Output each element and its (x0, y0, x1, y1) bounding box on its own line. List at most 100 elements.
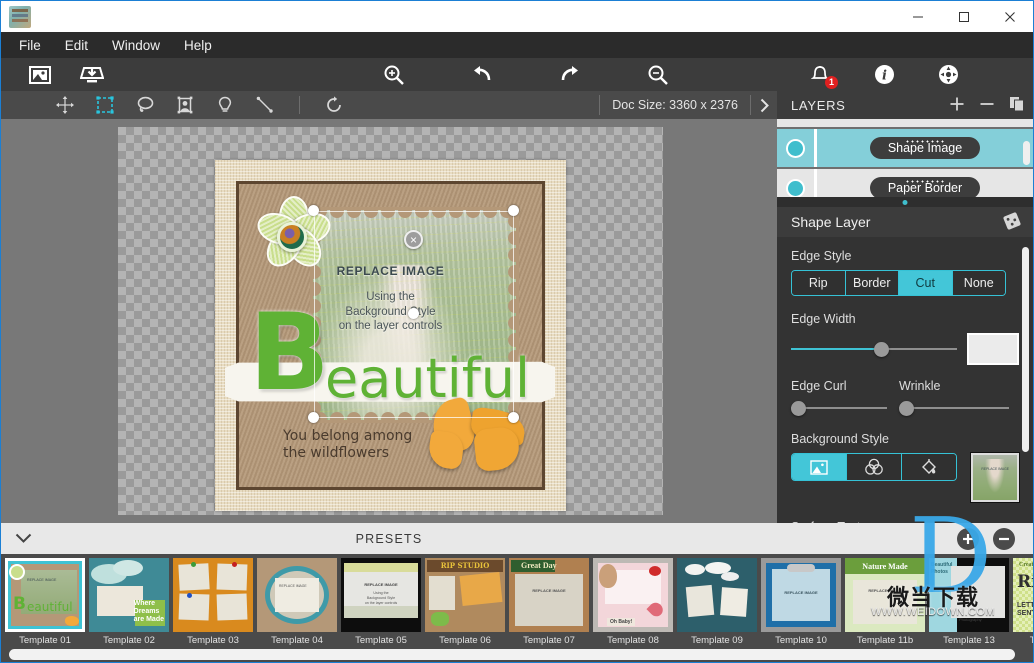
edge-style-option-none[interactable]: None (952, 271, 1005, 295)
preset-item[interactable]: REPLACE IMAGE Template 04 (257, 558, 337, 647)
preset-thumbnail[interactable]: Create RiPPe LETTERS andSENTENCES (1013, 558, 1033, 632)
layer-name-pill[interactable]: Shape Image (869, 137, 981, 159)
edge-style-option-rip[interactable]: Rip (792, 271, 846, 295)
preset-thumbnail[interactable] (173, 558, 253, 632)
layers-list[interactable]: Shape Image Paper Border (777, 119, 1033, 197)
minus-icon[interactable] (979, 96, 995, 115)
preset-item[interactable]: B eautiful REPLACE IMAGE Template 01 (5, 558, 85, 647)
preset-item[interactable]: Where Dreams are Made Template 02 (89, 558, 169, 647)
paint-bucket-icon[interactable] (902, 454, 957, 480)
preset-item[interactable]: Oh Baby! Template 08 (593, 558, 673, 647)
menu-file[interactable]: File (7, 34, 53, 57)
plus-circle-icon[interactable] (957, 527, 979, 550)
duplicate-icon[interactable] (1009, 96, 1025, 115)
marquee-select-tool-icon[interactable] (93, 94, 117, 116)
lightbulb-tool-icon[interactable] (213, 94, 237, 116)
panel-resize-divider[interactable] (777, 197, 1033, 207)
presets-header: PRESETS (1, 523, 777, 554)
preset-item[interactable]: Great Day REPLACE IMAGE Template 07 (509, 558, 589, 647)
close-button[interactable] (987, 1, 1033, 32)
layer-row[interactable]: Shape Image (777, 129, 1033, 169)
shape-layer-title: Shape Layer (791, 214, 871, 230)
image-icon[interactable] (27, 62, 53, 88)
preset-thumbnail[interactable]: Where Dreams are Made (89, 558, 169, 632)
selection-handle-center[interactable] (408, 308, 419, 319)
minimize-button[interactable] (895, 1, 941, 32)
layer-visibility-toggle[interactable] (777, 169, 817, 197)
settings-icon[interactable] (935, 62, 961, 88)
preset-item[interactable]: REPLACE IMAGE Template 10 (761, 558, 841, 647)
preset-thumbnail[interactable] (677, 558, 757, 632)
scrapbook-page[interactable]: REPLACE IMAGE Using the Background Style… (215, 160, 566, 511)
edge-curl-slider[interactable] (791, 400, 887, 416)
edge-width-slider[interactable] (791, 341, 957, 357)
dice-icon[interactable] (1001, 210, 1023, 235)
layer-row[interactable] (777, 119, 1033, 129)
layer-name-pill[interactable]: Paper Border (869, 177, 981, 197)
lasso-tool-icon[interactable] (133, 94, 157, 116)
preset-thumbnail[interactable]: Oh Baby! (593, 558, 673, 632)
edge-style-segmented-control[interactable]: Rip Border Cut None (791, 270, 1006, 296)
chevron-right-icon[interactable] (751, 98, 777, 113)
info-icon[interactable]: i (871, 62, 897, 88)
zoom-in-icon[interactable] (381, 62, 407, 88)
preset-thumbnail[interactable]: B eautiful REPLACE IMAGE (5, 558, 85, 632)
canvas-area[interactable]: REPLACE IMAGE Using the Background Style… (1, 119, 777, 523)
preset-thumbnail[interactable]: Great Day REPLACE IMAGE (509, 558, 589, 632)
slider-knob[interactable] (874, 342, 889, 357)
slider-knob[interactable] (899, 401, 914, 416)
edge-color-swatch[interactable] (967, 333, 1019, 365)
selection-handle-tl[interactable] (308, 205, 319, 216)
bell-icon[interactable]: 1 (807, 62, 838, 89)
line-tool-icon[interactable] (253, 94, 277, 116)
background-style-preview-thumbnail[interactable]: REPLACE IMAGE (970, 452, 1020, 503)
preset-item[interactable]: Nature Made REPLACE IMAGE Template 11b (845, 558, 925, 647)
save-tray-icon[interactable] (79, 62, 105, 88)
edge-style-option-cut[interactable]: Cut (899, 271, 953, 295)
rotate-tool-icon[interactable] (322, 94, 346, 116)
preset-thumbnail[interactable]: Nature Made REPLACE IMAGE (845, 558, 925, 632)
slider-track (899, 407, 1009, 409)
background-style-segmented-control[interactable] (791, 453, 958, 481)
selection-handle-br[interactable] (508, 412, 519, 423)
layer-grip-icon[interactable] (904, 180, 945, 183)
preset-thumbnail[interactable]: Beautiful Photos Photography (929, 558, 1009, 632)
menu-window[interactable]: Window (100, 34, 172, 57)
preset-item[interactable]: Create RiPPe LETTERS andSENTENCES Templa… (1013, 558, 1033, 647)
layer-grip-icon[interactable] (904, 140, 945, 143)
move-tool-icon[interactable] (53, 94, 77, 116)
menu-edit[interactable]: Edit (53, 34, 100, 57)
preset-thumbnail[interactable]: REPLACE IMAGE (257, 558, 337, 632)
wrinkle-slider[interactable] (899, 400, 1009, 416)
layer-row[interactable]: Paper Border (777, 169, 1033, 197)
preset-thumbnail[interactable]: REPLACE IMAGE (761, 558, 841, 632)
preset-thumbnail[interactable]: RIP STUDIO (425, 558, 505, 632)
portrait-crop-tool-icon[interactable] (173, 94, 197, 116)
blend-circles-icon[interactable] (847, 454, 903, 480)
maximize-button[interactable] (941, 1, 987, 32)
edge-style-option-border[interactable]: Border (845, 271, 899, 295)
layer-visibility-toggle[interactable] (777, 129, 817, 167)
plus-icon[interactable] (949, 96, 965, 115)
preset-item[interactable]: RIP STUDIO Template 06 (425, 558, 505, 647)
zoom-out-icon[interactable] (645, 62, 671, 88)
presets-strip[interactable]: B eautiful REPLACE IMAGE Template 01 Whe… (1, 554, 1033, 647)
preset-item[interactable]: Template 03 (173, 558, 253, 647)
preset-item[interactable]: REPLACE IMAGE Using the Background Style o… (341, 558, 421, 647)
preset-item[interactable]: Template 09 (677, 558, 757, 647)
preset-thumbnail[interactable]: REPLACE IMAGE Using the Background Style o… (341, 558, 421, 632)
preset-item[interactable]: Beautiful Photos Photography Template 13 (929, 558, 1009, 647)
undo-icon[interactable] (469, 62, 495, 88)
redo-icon[interactable] (557, 62, 583, 88)
selection-handle-bl[interactable] (308, 412, 319, 423)
close-icon[interactable]: × (404, 230, 423, 249)
layers-scrollbar[interactable] (1023, 141, 1030, 165)
selection-handle-tr[interactable] (508, 205, 519, 216)
menu-help[interactable]: Help (172, 34, 224, 57)
slider-knob[interactable] (791, 401, 806, 416)
presets-horizontal-scrollbar-track[interactable] (1, 647, 1033, 662)
image-icon[interactable] (792, 454, 848, 480)
minus-circle-icon[interactable] (993, 527, 1015, 550)
shape-panel-scrollbar[interactable] (1022, 247, 1029, 452)
presets-horizontal-scrollbar-thumb[interactable] (9, 649, 1015, 660)
